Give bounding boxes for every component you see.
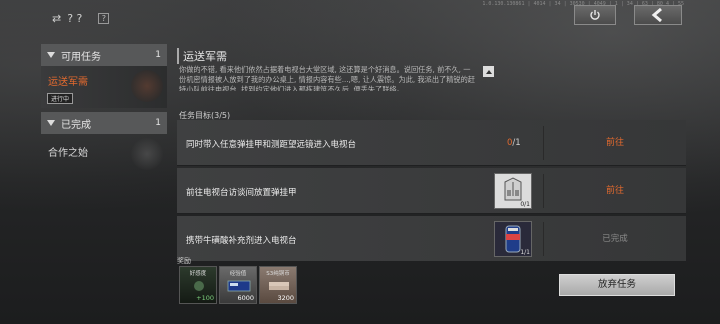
status-badge: 进行中 bbox=[47, 93, 74, 104]
available-tasks-label: 可用任务 bbox=[61, 51, 101, 63]
quest-title: 运送军需 bbox=[177, 48, 231, 64]
reward-quantity: +100 bbox=[196, 294, 214, 302]
reward-quantity: 6000 bbox=[237, 294, 254, 302]
power-button[interactable] bbox=[574, 5, 616, 25]
reward-exp[interactable]: 经验值 6000 bbox=[219, 266, 257, 304]
objective-progress: 0/1 bbox=[507, 138, 521, 148]
available-tasks-header[interactable]: 可用任务 1 bbox=[41, 44, 167, 66]
reward-name: 经验值 bbox=[229, 271, 247, 277]
chevron-up-icon bbox=[485, 69, 492, 74]
collapse-triangle-icon bbox=[47, 120, 55, 126]
reward-quantity: 3200 bbox=[277, 294, 294, 302]
completed-tasks-header[interactable]: 已完成 1 bbox=[41, 112, 167, 134]
goto-button[interactable]: 前往 bbox=[557, 182, 673, 200]
rewards-label: 奖励 bbox=[177, 257, 191, 265]
objective-text: 前往电视台访谈间放置弹挂甲 bbox=[186, 188, 297, 198]
item-quantity: 1/1 bbox=[520, 249, 530, 256]
progress-total: /1 bbox=[512, 138, 521, 148]
cash-stack-icon bbox=[269, 282, 289, 290]
top-left-controls: ⇄ ? ? ? bbox=[52, 12, 110, 25]
abandon-quest-button[interactable]: 放弃任务 bbox=[559, 274, 675, 296]
favor-icon bbox=[194, 281, 204, 291]
quest-list-panel: 可用任务 1 运送军需 进行中 已完成 1 合作之始 bbox=[41, 44, 167, 304]
power-icon bbox=[590, 10, 600, 20]
divider bbox=[543, 174, 544, 208]
help-button[interactable]: ? bbox=[98, 13, 110, 24]
collapse-triangle-icon bbox=[47, 52, 55, 58]
help-text: ? ? bbox=[67, 12, 83, 25]
reward-name: S3纯铜币 bbox=[266, 271, 290, 277]
exp-card-icon bbox=[227, 280, 251, 292]
swap-icon[interactable]: ⇄ bbox=[52, 12, 61, 25]
divider bbox=[543, 126, 544, 160]
divider bbox=[543, 222, 544, 256]
reward-favor[interactable]: 好感度 +100 bbox=[179, 266, 217, 304]
completed-status: 已完成 bbox=[602, 234, 628, 244]
reward-coins[interactable]: S3纯铜币 3200 bbox=[259, 266, 297, 304]
objective-text: 携带牛磺酸补充剂进入电视台 bbox=[186, 236, 297, 246]
task-item-transport-supplies[interactable]: 运送军需 进行中 bbox=[41, 66, 167, 108]
quest-description[interactable]: 你做的不错, 看来他们依然占据着电视台大堂区域, 这还算是个好消息。说回任务, … bbox=[179, 65, 475, 91]
chevron-left-icon bbox=[651, 8, 662, 22]
back-button[interactable] bbox=[634, 5, 682, 25]
item-quantity: 0/1 bbox=[520, 201, 530, 208]
objective-row: 同时带入任意弹挂甲和测距望远镜进入电视台 0/1 前往 bbox=[177, 120, 686, 166]
completed-tasks-count: 1 bbox=[155, 118, 161, 128]
faction-emblem-icon bbox=[131, 70, 163, 102]
goto-button[interactable]: 前往 bbox=[557, 134, 673, 152]
completed-tasks-label: 已完成 bbox=[61, 119, 91, 131]
top-bar: ⇄ ? ? ? 1.0.130.130861 | 4014 | 34 | 305… bbox=[0, 0, 720, 32]
quest-detail-panel: 运送军需 你做的不错, 看来他们依然占据着电视台大堂区域, 这还算是个好消息。说… bbox=[177, 44, 686, 304]
task-item-cooperation-start[interactable]: 合作之始 bbox=[41, 134, 167, 170]
available-tasks-count: 1 bbox=[155, 50, 161, 60]
collapse-description-button[interactable] bbox=[483, 66, 494, 77]
objective-row: 携带牛磺酸补充剂进入电视台 1/1 已完成 bbox=[177, 216, 686, 262]
objective-text: 同时带入任意弹挂甲和测距望远镜进入电视台 bbox=[186, 140, 357, 150]
body-armor-item-icon[interactable]: 0/1 bbox=[494, 173, 532, 209]
faction-emblem-icon bbox=[131, 138, 163, 170]
objective-row: 前往电视台访谈间放置弹挂甲 0/1 前往 bbox=[177, 168, 686, 214]
taurine-supplement-item-icon[interactable]: 1/1 bbox=[494, 221, 532, 257]
reward-name: 好感度 bbox=[189, 271, 207, 277]
